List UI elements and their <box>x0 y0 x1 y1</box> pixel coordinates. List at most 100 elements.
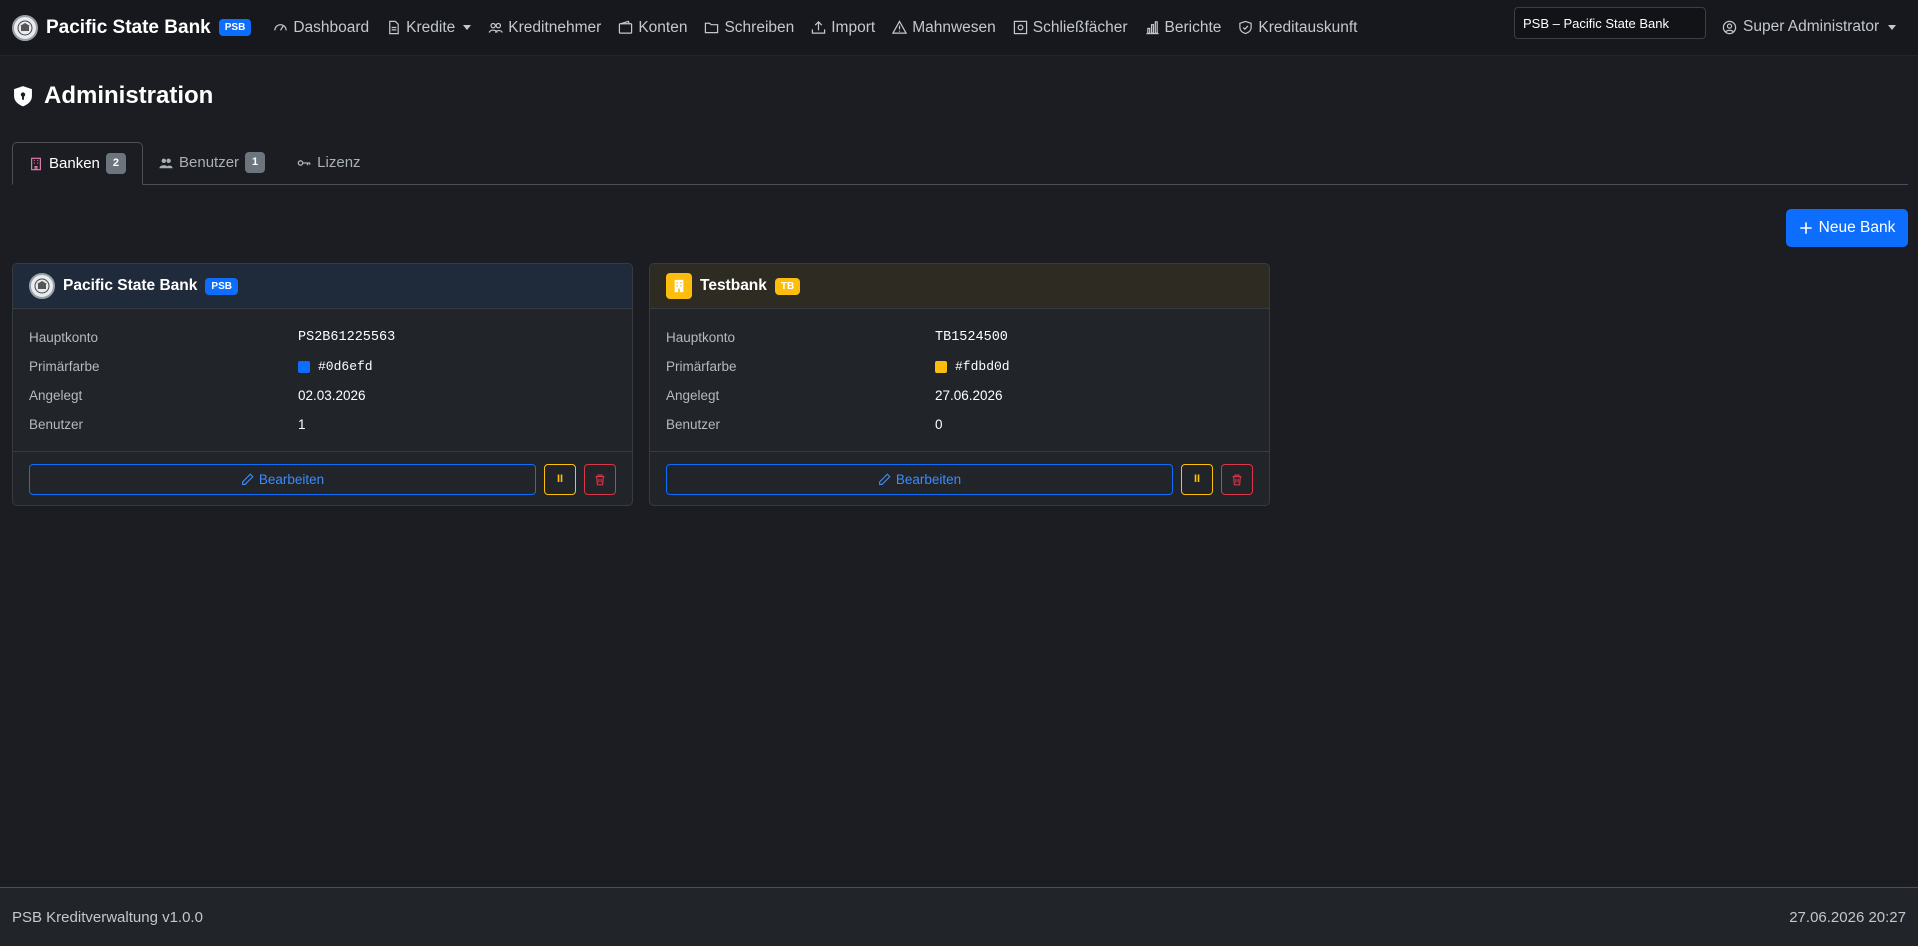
nav-schliessfaecher[interactable]: Schließfächer <box>1013 19 1128 37</box>
nav-mahnwesen-label: Mahnwesen <box>912 18 996 36</box>
row-benutzer: Benutzer 1 <box>29 410 616 439</box>
nav-kredite[interactable]: Kredite <box>386 18 472 37</box>
nav-schliessfaecher-label: Schließfächer <box>1032 18 1128 36</box>
footer-datetime: 27.06.2026 20:27 <box>1789 908 1906 926</box>
value-hauptkonto: TB1524500 <box>935 330 1008 345</box>
pause-icon: II <box>1193 473 1201 485</box>
tab-banken-count: 2 <box>105 153 126 174</box>
value-benutzer: 1 <box>298 417 306 432</box>
row-primaerfarbe: Primärfarbe #0d6efd <box>29 352 616 381</box>
page-title-text: Administration <box>44 82 214 109</box>
people-icon <box>159 158 173 168</box>
building-icon <box>31 157 41 170</box>
nav-import[interactable]: Import <box>811 19 875 37</box>
chevron-down-icon <box>463 25 472 30</box>
delete-bank-button[interactable] <box>584 463 616 495</box>
user-name: Super Administrator <box>1743 18 1880 35</box>
color-code: #0d6efd <box>318 359 373 374</box>
pause-bank-button[interactable]: II <box>544 463 576 495</box>
bar-chart-icon <box>1145 21 1159 35</box>
edit-bank-label: Bearbeiten <box>895 471 962 487</box>
label-benutzer: Benutzer <box>29 417 84 432</box>
key-icon <box>297 159 311 166</box>
label-hauptkonto: Hauptkonto <box>29 330 99 345</box>
upload-icon <box>812 21 826 34</box>
page-footer: PSB Kreditverwaltung v1.0.0 27.06.2026 2… <box>0 887 1918 946</box>
bank-card: Pacific State Bank PSB Hauptkonto PS2B61… <box>12 263 633 506</box>
bank-card-footer: Bearbeiten II <box>13 451 632 505</box>
chevron-down-icon <box>1888 24 1897 30</box>
pencil-icon <box>878 472 891 485</box>
row-angelegt: Angelegt 02.03.2026 <box>29 381 616 410</box>
bank-card-body: Hauptkonto TB1524500 Primärfarbe #fdbd0d… <box>650 309 1269 451</box>
nav-kreditnehmer-label: Kreditnehmer <box>508 18 602 36</box>
trash-icon <box>595 473 605 485</box>
label-primaerfarbe: Primärfarbe <box>666 359 737 374</box>
admin-tabs: Banken 2 Benutzer 1 Lizenz <box>12 142 1908 185</box>
row-angelegt: Angelegt 27.06.2026 <box>666 381 1253 410</box>
color-code: #fdbd0d <box>955 359 1010 374</box>
value-angelegt: 02.03.2026 <box>298 388 366 403</box>
label-benutzer: Benutzer <box>666 417 721 432</box>
tab-benutzer-label: Benutzer <box>179 154 240 171</box>
nav-dashboard[interactable]: Dashboard <box>273 19 369 37</box>
building-icon <box>666 273 692 299</box>
brand-title: Pacific State Bank <box>46 16 211 38</box>
page-title: Administration <box>12 82 213 110</box>
nav-berichte[interactable]: Berichte <box>1145 19 1221 37</box>
nav-schreiben[interactable]: Schreiben <box>704 19 794 37</box>
trash-icon <box>1232 473 1242 485</box>
pause-bank-button[interactable]: II <box>1181 463 1213 495</box>
value-hauptkonto: PS2B61225563 <box>298 330 396 345</box>
row-primaerfarbe: Primärfarbe #fdbd0d <box>666 352 1253 381</box>
row-hauptkonto: Hauptkonto PS2B61225563 <box>29 323 616 352</box>
top-navbar: Pacific State Bank PSB Dashboard Kredite… <box>0 0 1918 56</box>
nav-konten[interactable]: Konten <box>618 19 687 37</box>
bank-card-footer: Bearbeiten II <box>650 451 1269 505</box>
bank-select[interactable]: PSB – Pacific State Bank <box>1514 7 1706 39</box>
main-nav: Dashboard Kredite Kreditnehmer Konten Sc… <box>273 18 1358 37</box>
pencil-icon <box>241 472 254 485</box>
bank-select-value: PSB – Pacific State Bank <box>1523 15 1669 31</box>
brand[interactable]: Pacific State Bank PSB <box>12 14 252 41</box>
nav-schreiben-label: Schreiben <box>724 18 795 36</box>
pause-icon: II <box>556 473 564 485</box>
bank-name: Testbank <box>700 277 767 294</box>
plus-icon <box>1799 222 1812 234</box>
label-hauptkonto: Hauptkonto <box>666 330 736 345</box>
tab-banken[interactable]: Banken 2 <box>12 142 143 185</box>
user-menu[interactable]: Super Administrator <box>1722 18 1897 36</box>
user-circle-icon <box>1722 20 1737 34</box>
edit-bank-button[interactable]: Bearbeiten <box>666 463 1173 495</box>
new-bank-button[interactable]: Neue Bank <box>1786 209 1908 247</box>
nav-mahnwesen[interactable]: Mahnwesen <box>892 19 996 37</box>
bank-seal-icon <box>29 273 55 299</box>
label-angelegt: Angelegt <box>29 388 83 403</box>
nav-kredite-label: Kredite <box>406 18 456 36</box>
brand-badge: PSB <box>218 19 252 36</box>
nav-kreditnehmer[interactable]: Kreditnehmer <box>488 19 601 37</box>
delete-bank-button[interactable] <box>1221 463 1253 495</box>
nav-kreditauskunft[interactable]: Kreditauskunft <box>1238 18 1358 37</box>
value-benutzer: 0 <box>935 417 943 432</box>
people-icon <box>489 22 503 33</box>
folder-icon <box>705 22 719 34</box>
bank-badge: PSB <box>205 277 238 295</box>
nav-import-label: Import <box>831 18 876 36</box>
bank-seal-icon <box>12 14 38 41</box>
document-icon <box>389 20 399 35</box>
color-swatch <box>298 360 310 373</box>
tab-lizenz[interactable]: Lizenz <box>281 141 376 184</box>
new-bank-label: Neue Bank <box>1818 219 1896 236</box>
shield-check-icon <box>1239 20 1253 35</box>
value-primaerfarbe: #fdbd0d <box>935 359 1010 374</box>
nav-konten-label: Konten <box>638 18 688 36</box>
warning-triangle-icon <box>892 20 908 34</box>
label-primaerfarbe: Primärfarbe <box>29 359 100 374</box>
shield-lock-icon <box>14 86 32 107</box>
label-angelegt: Angelegt <box>666 388 720 403</box>
edit-bank-button[interactable]: Bearbeiten <box>29 463 536 495</box>
tab-benutzer[interactable]: Benutzer 1 <box>143 141 281 184</box>
nav-kreditauskunft-label: Kreditauskunft <box>1258 18 1358 36</box>
edit-bank-label: Bearbeiten <box>258 471 325 487</box>
